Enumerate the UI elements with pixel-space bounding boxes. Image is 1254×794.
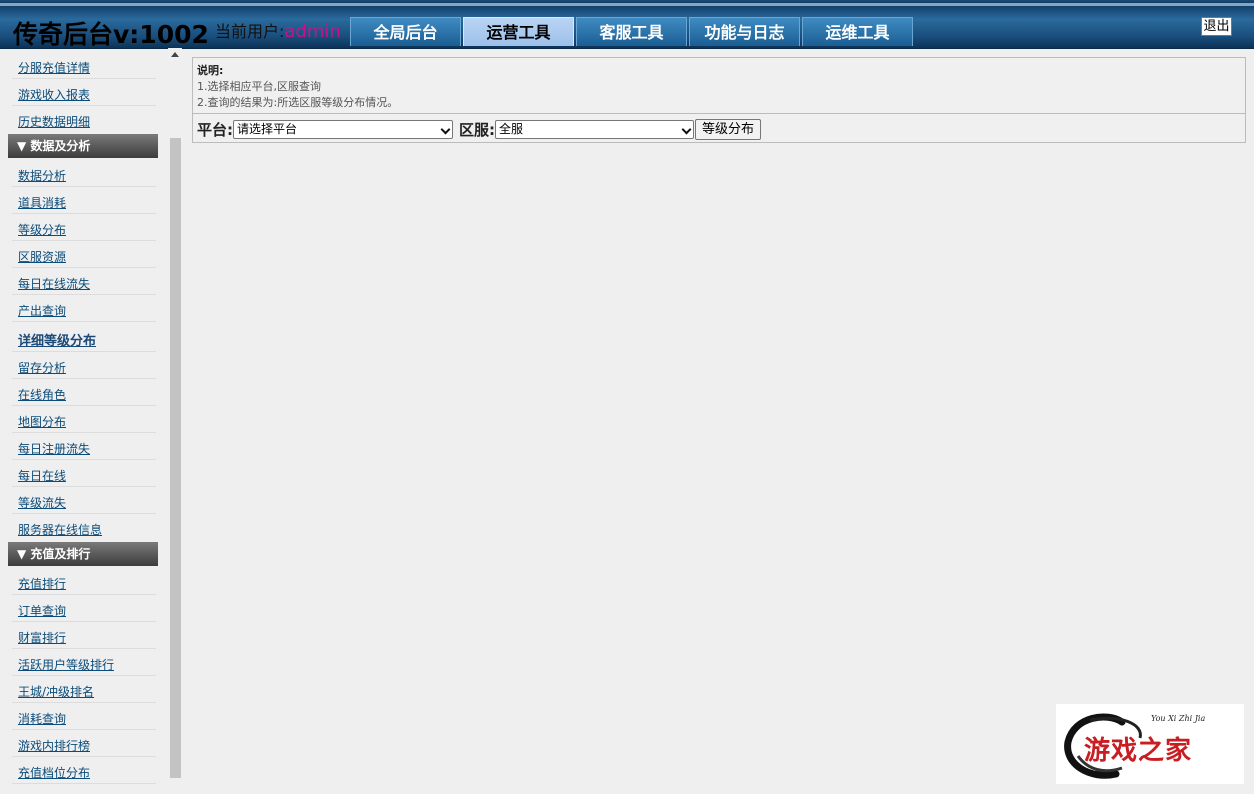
divider xyxy=(12,729,156,730)
sidebar-item-daily-online-churn[interactable]: 每日在线流失 xyxy=(18,275,90,292)
top-nav: 全局后台 运营工具 客服工具 功能与日志 运维工具 xyxy=(350,17,915,47)
description-title: 说明: xyxy=(197,64,224,77)
sidebar-item-in-game-leaderboard[interactable]: 游戏内排行榜 xyxy=(18,737,90,754)
platform-select[interactable]: 请选择平台 xyxy=(233,119,453,139)
divider xyxy=(12,513,156,514)
sidebar-item-game-revenue-report[interactable]: 游戏收入报表 xyxy=(18,86,90,103)
divider xyxy=(12,405,156,406)
sidebar-item-king-city-ranking[interactable]: 王城/冲级排名 xyxy=(18,683,94,700)
scrollbar-thumb[interactable] xyxy=(170,138,181,778)
level-distribution-button[interactable]: 等级分布 xyxy=(695,118,762,140)
query-row: 平台: 请选择平台 区服: 全服 等级分布 xyxy=(197,118,762,140)
divider xyxy=(12,783,156,784)
chevron-down-icon xyxy=(681,124,692,134)
divider xyxy=(12,675,156,676)
query-panel: 说明: 1.选择相应平台,区服查询 2.查询的结果为:所选区服等级分布情况。 平… xyxy=(192,57,1246,143)
header-highlight xyxy=(0,3,1254,6)
sidebar-item-daily-register-churn[interactable]: 每日注册流失 xyxy=(18,440,90,457)
chevron-down-icon xyxy=(440,124,451,134)
sidebar-item-level-churn[interactable]: 等级流失 xyxy=(18,494,66,511)
current-user: 当前用户:admin xyxy=(215,18,341,42)
sidebar-item-active-user-level-ranking[interactable]: 活跃用户等级排行 xyxy=(18,656,114,673)
divider xyxy=(12,267,156,268)
sidebar-item-server-recharge-details[interactable]: 分服充值详情 xyxy=(18,59,90,76)
divider xyxy=(12,486,156,487)
sidebar-group-recharge-ranking[interactable]: ▼ 充值及排行 xyxy=(8,542,158,566)
description: 说明: 1.选择相应平台,区服查询 2.查询的结果为:所选区服等级分布情况。 xyxy=(197,63,398,111)
platform-label: 平台: xyxy=(197,120,233,139)
divider xyxy=(12,594,156,595)
divider xyxy=(12,648,156,649)
divider xyxy=(12,378,156,379)
sidebar-item-detailed-level-distribution[interactable]: 详细等级分布 xyxy=(18,330,96,349)
top-header: 传奇后台v:1002 当前用户:admin 全局后台 运营工具 客服工具 功能与… xyxy=(0,0,1254,49)
sidebar-item-online-characters[interactable]: 在线角色 xyxy=(18,386,66,403)
watermark-logo: You Xi Zhi Jia 游戏之家 xyxy=(1056,704,1244,784)
logout-button[interactable]: 退出 xyxy=(1201,17,1232,36)
sidebar-scrollbar[interactable] xyxy=(168,48,182,794)
scroll-up-arrow-icon[interactable] xyxy=(171,52,179,57)
current-user-name: admin xyxy=(284,21,341,42)
description-line-2: 2.查询的结果为:所选区服等级分布情况。 xyxy=(197,96,399,109)
sidebar-item-data-analysis[interactable]: 数据分析 xyxy=(18,167,66,184)
sidebar-item-retention-analysis[interactable]: 留存分析 xyxy=(18,359,66,376)
divider xyxy=(12,756,156,757)
sidebar-item-level-distribution[interactable]: 等级分布 xyxy=(18,221,66,238)
sidebar-item-server-resources[interactable]: 区服资源 xyxy=(18,248,66,265)
sidebar-item-daily-online[interactable]: 每日在线 xyxy=(18,467,66,484)
sidebar: 分服充值详情 游戏收入报表 历史数据明细 ▼ 数据及分析 数据分析 道具消耗 等… xyxy=(0,49,170,794)
sidebar-item-recharge-tier-distribution[interactable]: 充值档位分布 xyxy=(18,764,90,781)
divider xyxy=(12,351,156,352)
divider xyxy=(12,621,156,622)
platform-select-value: 请选择平台 xyxy=(237,121,298,136)
tab-operations-tools[interactable]: 运营工具 xyxy=(463,17,574,46)
sidebar-item-history-data-details[interactable]: 历史数据明细 xyxy=(18,113,90,130)
panel-divider xyxy=(193,113,1245,114)
sidebar-item-item-consumption[interactable]: 道具消耗 xyxy=(18,194,66,211)
divider xyxy=(12,294,156,295)
server-select[interactable]: 全服 xyxy=(495,119,694,139)
sidebar-item-map-distribution[interactable]: 地图分布 xyxy=(18,413,66,430)
watermark-pinyin: You Xi Zhi Jia xyxy=(1151,714,1206,723)
tab-functions-logs[interactable]: 功能与日志 xyxy=(689,17,800,46)
sidebar-item-recharge-ranking[interactable]: 充值排行 xyxy=(18,575,66,592)
divider xyxy=(12,213,156,214)
sidebar-group-data-analysis[interactable]: ▼ 数据及分析 xyxy=(8,134,158,158)
divider xyxy=(12,321,156,322)
divider xyxy=(12,186,156,187)
current-user-label: 当前用户: xyxy=(215,22,285,41)
app-title: 传奇后台v:1002 xyxy=(13,20,209,49)
server-label: 区服: xyxy=(459,120,495,139)
divider xyxy=(12,240,156,241)
divider xyxy=(12,78,156,79)
divider xyxy=(12,105,156,106)
divider xyxy=(12,459,156,460)
sidebar-item-order-query[interactable]: 订单查询 xyxy=(18,602,66,619)
sidebar-item-consumption-query[interactable]: 消耗查询 xyxy=(18,710,66,727)
description-line-1: 1.选择相应平台,区服查询 xyxy=(197,80,321,93)
tab-customer-service-tools[interactable]: 客服工具 xyxy=(576,17,687,46)
divider xyxy=(12,432,156,433)
sidebar-item-output-query[interactable]: 产出查询 xyxy=(18,302,66,319)
sidebar-item-server-online-info[interactable]: 服务器在线信息 xyxy=(18,521,102,538)
tab-global-admin[interactable]: 全局后台 xyxy=(350,17,461,46)
tab-maintenance-tools[interactable]: 运维工具 xyxy=(802,17,913,46)
watermark-text: 游戏之家 xyxy=(1084,736,1193,766)
server-select-value: 全服 xyxy=(499,121,524,136)
sidebar-item-wealth-ranking[interactable]: 财富排行 xyxy=(18,629,66,646)
divider xyxy=(12,702,156,703)
